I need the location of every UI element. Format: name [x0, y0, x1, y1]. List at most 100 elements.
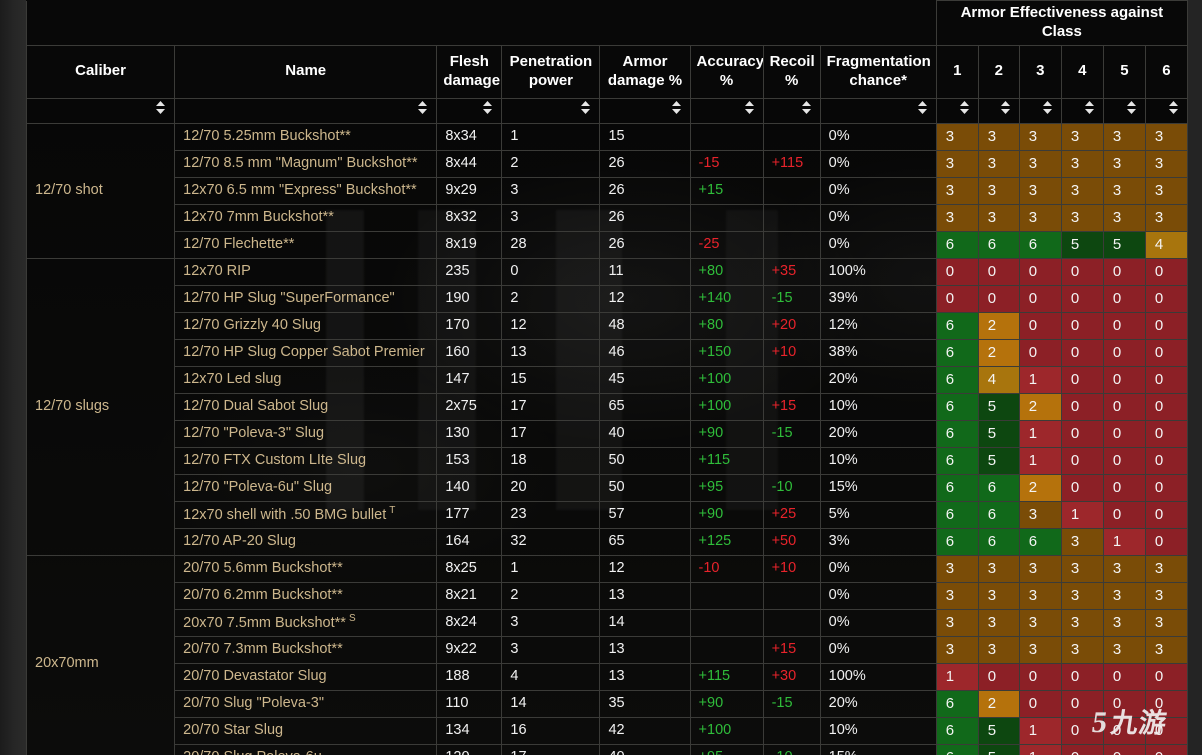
armor-class-2-cell: 3 [977, 554, 1020, 583]
armor-class-3-cell: 2 [1018, 473, 1062, 502]
armor-class-3-cell: 3 [1018, 581, 1062, 610]
accuracy-cell: +140 [689, 284, 764, 313]
fragmentation-chance-cell: 15% [819, 743, 937, 755]
fragmentation-chance-cell: 12% [819, 311, 937, 340]
armor-damage-cell: 40 [599, 743, 691, 755]
column-header-accuracy[interactable]: Accuracy % [689, 44, 764, 99]
penetration-power-cell: 12 [501, 311, 601, 340]
armor-class-3-cell: 0 [1018, 284, 1062, 313]
column-header-flesh-damage[interactable]: Flesh damage [436, 44, 503, 99]
armor-class-2-cell: 5 [977, 419, 1020, 448]
fragmentation-chance-cell: 5% [819, 500, 937, 529]
ammo-name-label: 20/70 Slug "Poleva-3" [183, 695, 325, 712]
accuracy-cell: +150 [689, 338, 764, 367]
table-row: 12x70 6.5 mm "Express" Buckshot** 9x29 3 26… [27, 176, 1189, 205]
sort-cell-ac6[interactable] [1144, 97, 1189, 124]
sort-updown-icon[interactable] [482, 101, 493, 115]
sort-cell-ac1[interactable] [935, 97, 979, 124]
armor-class-2-cell: 0 [977, 257, 1020, 286]
sort-cell-pen[interactable] [501, 97, 601, 124]
ammo-name-label: 20/70 Slug Poleva-6u [183, 749, 322, 755]
sort-cell-ac3[interactable] [1018, 97, 1062, 124]
armor-damage-cell: 65 [599, 527, 691, 556]
ammo-name-label: 12x70 6.5 mm "Express" Buckshot** [183, 182, 417, 199]
table-row: 20/70 Devastator Slug 188 4 13 +115 +30 100% 1 0… [27, 662, 1189, 691]
flesh-damage-cell: 160 [436, 338, 503, 367]
column-header-armor-class-5[interactable]: 5 [1102, 44, 1146, 99]
armor-class-4-cell: 0 [1060, 257, 1104, 286]
column-header-armor-damage[interactable]: Armor damage % [599, 44, 691, 99]
ammo-name-label: 20/70 7.3mm Buckshot** [183, 641, 343, 658]
armor-damage-cell: 48 [599, 311, 691, 340]
column-header-name[interactable]: Name [174, 44, 438, 99]
column-header-armor-class-4[interactable]: 4 [1060, 44, 1104, 99]
accuracy-cell: +115 [689, 446, 764, 475]
sort-updown-icon[interactable] [1126, 101, 1137, 115]
armor-class-4-cell: 3 [1060, 149, 1104, 178]
armor-class-6-cell: 0 [1144, 716, 1189, 745]
sort-updown-icon[interactable] [671, 101, 682, 115]
sort-updown-icon[interactable] [1042, 101, 1053, 115]
sort-cell-ac4[interactable] [1060, 97, 1104, 124]
recoil-cell [762, 365, 821, 394]
sort-updown-icon[interactable] [959, 101, 970, 115]
armor-class-2-cell: 5 [977, 392, 1020, 421]
armor-class-2-cell: 2 [977, 311, 1020, 340]
armor-class-1-cell: 6 [935, 311, 979, 340]
armor-class-6-cell: 0 [1144, 500, 1189, 529]
ammo-name-label: 12x70 RIP [183, 263, 251, 280]
column-header-armor-class-1[interactable]: 1 [935, 44, 979, 99]
sort-updown-icon[interactable] [1000, 101, 1011, 115]
penetration-power-cell: 20 [501, 473, 601, 502]
armor-class-5-cell: 0 [1102, 662, 1146, 691]
sort-updown-icon[interactable] [801, 101, 812, 115]
table-row: 12/70 HP Slug Copper Sabot Premier 160 13 4… [27, 338, 1189, 367]
ammo-name-cell: 12/70 AP-20 Slug [174, 527, 438, 556]
sort-cell-flesh[interactable] [436, 97, 503, 124]
column-header-armor-class-2[interactable]: 2 [977, 44, 1020, 99]
column-header-armor-class-3[interactable]: 3 [1018, 44, 1062, 99]
ammo-name-cell: 20x70 7.5mm Buckshot** S [174, 608, 438, 637]
armor-class-6-cell: 0 [1144, 743, 1189, 755]
column-header-recoil[interactable]: Recoil % [762, 44, 821, 99]
sort-cell-name[interactable] [174, 97, 438, 124]
flesh-damage-cell: 8x19 [436, 230, 503, 259]
sort-updown-icon[interactable] [155, 101, 166, 115]
accuracy-cell: +90 [689, 689, 764, 718]
sort-updown-icon[interactable] [744, 101, 755, 115]
sort-updown-icon[interactable] [580, 101, 591, 115]
table-row: 12/70 Flechette** 8x19 28 26 -25 0% 6 6 6 5 5 4 [27, 230, 1189, 259]
sort-updown-icon[interactable] [1168, 101, 1179, 115]
penetration-power-cell: 17 [501, 419, 601, 448]
armor-class-2-cell: 4 [977, 365, 1020, 394]
sort-cell-armor[interactable] [599, 97, 691, 124]
fragmentation-chance-cell: 100% [819, 662, 937, 691]
table-row: 20/70 Star Slug 134 16 42 +100 10% 6 5 1 0 0 0 [27, 716, 1189, 745]
armor-class-3-cell: 0 [1018, 338, 1062, 367]
column-header-caliber[interactable]: Caliber [25, 44, 176, 99]
sort-cell-acc[interactable] [689, 97, 764, 124]
sort-cell-recoil[interactable] [762, 97, 821, 124]
armor-class-5-cell: 3 [1102, 635, 1146, 664]
sort-updown-icon[interactable] [917, 101, 928, 115]
sort-updown-icon[interactable] [417, 101, 428, 115]
armor-class-5-cell: 0 [1102, 284, 1146, 313]
armor-class-3-cell: 0 [1018, 257, 1062, 286]
fragmentation-chance-cell: 39% [819, 284, 937, 313]
column-header-armor-class-6[interactable]: 6 [1144, 44, 1189, 99]
sort-cell-ac5[interactable] [1102, 97, 1146, 124]
armor-class-1-cell: 6 [935, 527, 979, 556]
recoil-cell: +15 [762, 635, 821, 664]
sort-cell-caliber[interactable] [25, 97, 176, 124]
armor-class-6-cell: 0 [1144, 392, 1189, 421]
recoil-cell: +10 [762, 554, 821, 583]
armor-class-5-cell: 0 [1102, 311, 1146, 340]
column-header-penetration-power[interactable]: Penetration power [501, 44, 601, 99]
column-header-fragmentation-chance[interactable]: Fragmentation chance* [819, 44, 937, 99]
armor-class-5-cell: 0 [1102, 446, 1146, 475]
sort-updown-icon[interactable] [1084, 101, 1095, 115]
sort-cell-ac2[interactable] [977, 97, 1020, 124]
fragmentation-chance-cell: 10% [819, 716, 937, 745]
sort-cell-frag[interactable] [819, 97, 937, 124]
armor-damage-cell: 13 [599, 662, 691, 691]
